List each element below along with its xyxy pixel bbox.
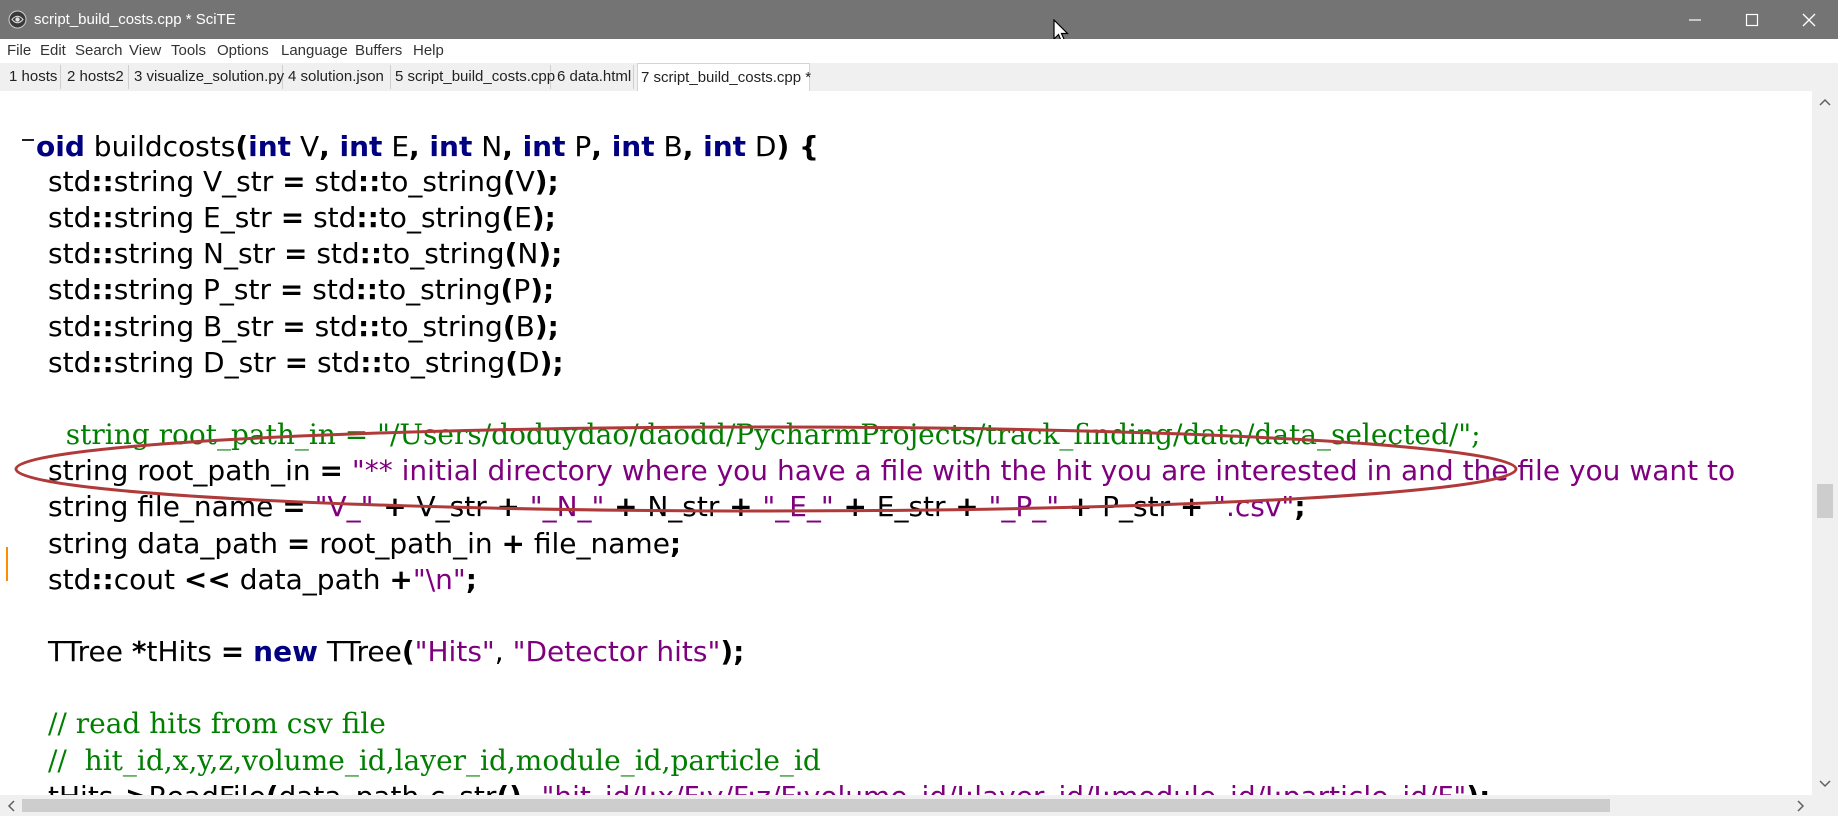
code-line-comment-root-path: string root_path_in = "/Users/doduydao/d… xyxy=(48,418,1481,451)
code-line-comment-columns: // hit_id,x,y,z,volume_id,layer_id,modul… xyxy=(48,744,821,777)
tab-script-build-costs-7[interactable]: 7 script_build_costs.cpp * xyxy=(637,63,811,92)
code-line-file-name: string file_name = "V_" + V_str + "_N_" … xyxy=(48,490,1306,523)
maximize-icon xyxy=(1745,13,1759,26)
code-editor[interactable]: oid buildcosts(int V, int E, int N, int … xyxy=(0,91,1812,795)
code-line-cout: std::cout << data_path +"\n"; xyxy=(48,563,477,596)
code-line-data-path: string data_path = root_path_in + file_n… xyxy=(48,527,682,560)
menu-search[interactable]: Search xyxy=(75,39,123,63)
code-line-root-path: string root_path_in = "** initial direct… xyxy=(48,454,1736,487)
horizontal-scroll-thumb[interactable] xyxy=(22,799,1610,812)
code-line-readfile: tHits->ReadFile(data_path.c_str(), "hit_… xyxy=(48,779,1808,795)
menu-help[interactable]: Help xyxy=(413,39,444,63)
scite-app-icon[interactable] xyxy=(8,10,27,29)
code-line-6: std::string B_str = std::to_string(B); xyxy=(48,310,559,343)
menu-view[interactable]: View xyxy=(129,39,161,63)
fold-collapse-icon[interactable] xyxy=(22,139,34,141)
code-line-ttree: TTree *tHits = new TTree("Hits", "Detect… xyxy=(48,635,745,668)
code-line-1: oid buildcosts(int V, int E, int N, int … xyxy=(36,130,819,163)
tab-hosts2[interactable]: 2 hosts2 xyxy=(64,65,129,89)
scroll-up-icon[interactable] xyxy=(1818,95,1832,109)
code-line-5: std::string P_str = std::to_string(P); xyxy=(48,273,555,306)
vertical-scroll-thumb[interactable] xyxy=(1817,484,1833,518)
maximize-button[interactable] xyxy=(1723,0,1781,39)
menu-bar: File Edit Search View Tools Options Lang… xyxy=(0,39,1838,63)
scroll-down-icon[interactable] xyxy=(1818,777,1832,791)
menu-edit[interactable]: Edit xyxy=(40,39,66,63)
close-icon xyxy=(1802,13,1816,26)
menu-language[interactable]: Language xyxy=(281,39,348,63)
scroll-left-icon[interactable] xyxy=(4,799,18,813)
close-button[interactable] xyxy=(1780,0,1838,39)
menu-buffers[interactable]: Buffers xyxy=(355,39,402,63)
minimize-button[interactable] xyxy=(1666,0,1724,39)
menu-file[interactable]: File xyxy=(7,39,31,63)
window-title: script_build_costs.cpp * SciTE xyxy=(34,11,236,28)
title-bar: script_build_costs.cpp * SciTE xyxy=(0,0,1838,44)
code-line-7: std::string D_str = std::to_string(D); xyxy=(48,346,564,379)
tab-hosts[interactable]: 1 hosts xyxy=(6,65,61,89)
code-line-3: std::string E_str = std::to_string(E); xyxy=(48,201,556,234)
scroll-right-icon[interactable] xyxy=(1794,799,1808,813)
minimize-icon xyxy=(1689,18,1701,21)
buffer-tab-bar: 1 hosts 2 hosts2 3 visualize_solution.py… xyxy=(0,63,1838,92)
line-change-marker xyxy=(6,547,11,581)
vertical-scrollbar[interactable] xyxy=(1812,91,1838,795)
menu-options[interactable]: Options xyxy=(217,39,269,63)
tab-script-build-costs-5[interactable]: 5 script_build_costs.cpp xyxy=(392,65,555,89)
tab-solution-json[interactable]: 4 solution.json xyxy=(285,65,391,89)
menu-tools[interactable]: Tools xyxy=(171,39,206,63)
horizontal-scrollbar[interactable] xyxy=(0,795,1838,816)
tab-visualize-solution[interactable]: 3 visualize_solution.py xyxy=(131,65,284,89)
tab-data-html[interactable]: 6 data.html xyxy=(554,65,634,89)
fold-margin[interactable] xyxy=(0,91,20,795)
code-line-comment-read-hits: // read hits from csv file xyxy=(48,707,386,740)
code-line-4: std::string N_str = std::to_string(N); xyxy=(48,237,563,270)
code-line-2: std::string V_str = std::to_string(V); xyxy=(48,165,559,198)
